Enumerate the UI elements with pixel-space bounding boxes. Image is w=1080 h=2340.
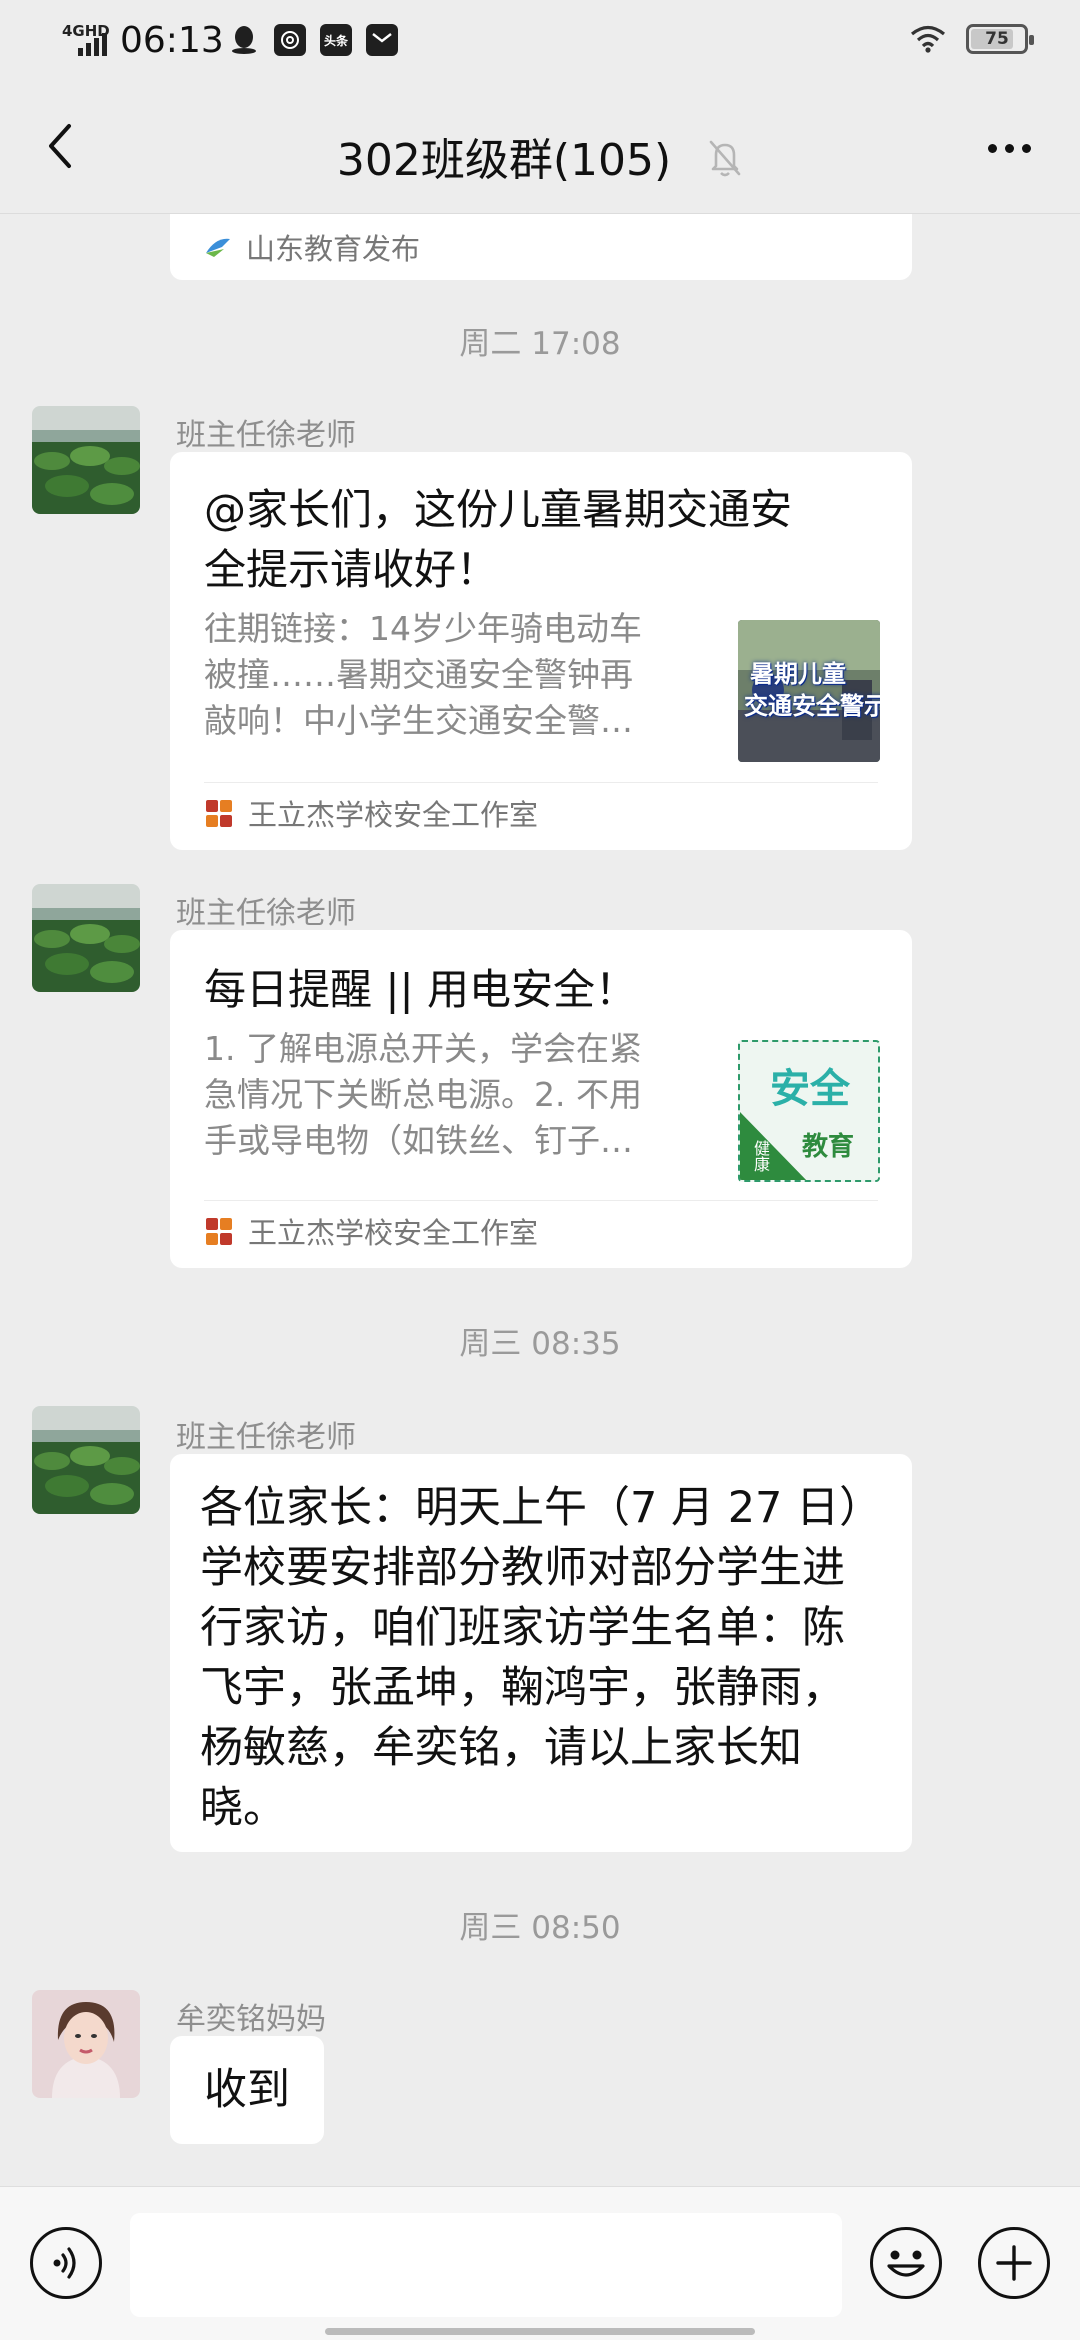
lotus-pond-avatar-icon: [32, 1406, 140, 1514]
shandong-education-logo-icon: [206, 238, 230, 257]
card-description: 往期链接：14岁少年骑电动车 被撞……暑期交通安全警钟再 敲响！中小学生交通安全…: [204, 606, 714, 744]
lotus-pond-avatar-icon: [32, 884, 140, 992]
message-line: 行家访，咱们班家访学生名单：陈: [200, 1603, 845, 1653]
message-list[interactable]: 山东教育发布 周二 17:08 班主任徐老师 @家长们，这份儿童暑期交通安 全提…: [0, 214, 1080, 2186]
card-desc-line: 往期链接：14岁少年骑电动车: [204, 609, 642, 648]
timestamp: 周二 17:08: [459, 326, 621, 362]
text-message-bubble[interactable]: 收到: [170, 2036, 324, 2144]
notification-icons: 头条: [228, 24, 398, 56]
card-thumbnail: 暑期儿童 交通安全警示: [738, 620, 880, 762]
thumb-title: 暑期儿童: [750, 660, 846, 688]
battery-level: 75: [985, 29, 1009, 49]
card-thumbnail: 安全 健康 教育: [738, 1040, 880, 1182]
more-icon: [987, 143, 997, 153]
article-card-partial[interactable]: 山东教育发布: [170, 214, 912, 280]
message-line: 收到: [204, 2065, 290, 2115]
article-card[interactable]: @家长们，这份儿童暑期交通安 全提示请收好！ 往期链接：14岁少年骑电动车 被撞…: [170, 452, 912, 850]
card-source: 王立杰学校安全工作室: [204, 792, 538, 834]
status-right: 75: [910, 24, 1034, 54]
lotus-pond-avatar-icon: [32, 406, 140, 514]
card-desc-line: 敲响！中小学生交通安全警…: [204, 701, 633, 740]
battery-icon: 75: [966, 24, 1034, 54]
message-input[interactable]: [130, 2213, 842, 2317]
more-button[interactable]: [974, 120, 1044, 176]
chat-header: 302班级群(105): [0, 84, 1080, 214]
sender-name: 牟奕铭妈妈: [176, 2002, 326, 2037]
qq-penguin-icon: [228, 24, 260, 56]
card-description: 1. 了解电源总开关，学会在紧 急情况下关断总电源。2. 不用 手或导电物（如铁…: [204, 1026, 714, 1164]
plus-icon: [996, 2245, 1032, 2281]
message-line: 晓。: [200, 1783, 286, 1833]
sender-name: 班主任徐老师: [176, 418, 356, 453]
avatar[interactable]: [32, 884, 140, 992]
toutiao-icon: 头条: [320, 24, 352, 56]
card-desc-line: 被撞……暑期交通安全警钟再: [204, 655, 633, 694]
message-line: 各位家长：明天上午（7 月 27 日）: [200, 1483, 883, 1533]
input-bar: [0, 2186, 1080, 2340]
at-icon: [274, 24, 306, 56]
card-divider: [204, 1200, 878, 1201]
card-desc-line: 手或导电物（如铁丝、钉子…: [204, 1121, 633, 1160]
mail-icon: [366, 24, 398, 56]
card-title-line: @家长们，这份儿童暑期交通安: [204, 485, 793, 534]
status-bar: 4GHD 06:13 头条 75: [0, 0, 1080, 84]
card-source: 王立杰学校安全工作室: [204, 1210, 538, 1252]
message-line: 学校要安排部分教师对部分学生进: [200, 1543, 845, 1593]
voice-icon: [53, 2247, 76, 2279]
message-line: 杨敏慈，牟奕铭，请以上家长知: [200, 1723, 802, 1773]
card-source-name: 王立杰学校安全工作室: [248, 798, 539, 832]
voice-input-button[interactable]: [30, 2227, 102, 2299]
card-title: @家长们，这份儿童暑期交通安 全提示请收好！: [204, 480, 882, 600]
article-card[interactable]: 每日提醒 || 用电安全！ 1. 了解电源总开关，学会在紧 急情况下关断总电源。…: [170, 930, 912, 1268]
sender-name: 班主任徐老师: [176, 1420, 356, 1455]
card-source-name: 王立杰学校安全工作室: [248, 1216, 539, 1250]
sender-name: 班主任徐老师: [176, 896, 356, 931]
timestamp: 周三 08:50: [459, 1910, 621, 1946]
chat-title[interactable]: 302班级群(105): [0, 124, 1080, 189]
avatar[interactable]: [32, 1406, 140, 1514]
cellular-signal-icon: 4GHD: [62, 22, 112, 58]
card-desc-line: 1. 了解电源总开关，学会在紧: [204, 1029, 642, 1068]
woman-portrait-avatar-icon: [32, 1990, 140, 2098]
thumb-subtitle: 交通安全警示: [744, 692, 880, 720]
thumb-subtitle: 教育: [802, 1132, 855, 1162]
safety-studio-logo-icon: [204, 798, 234, 828]
group-name: 302班级群(105): [336, 135, 672, 186]
card-source: 山东教育发布: [204, 226, 420, 268]
emoji-icon: [887, 2250, 925, 2277]
bell-muted-icon: [707, 138, 743, 189]
avatar[interactable]: [32, 1990, 140, 2098]
safety-studio-logo-icon: [204, 1216, 234, 1246]
status-time: 06:13: [120, 20, 224, 61]
card-title: 每日提醒 || 用电安全！: [204, 965, 638, 1014]
card-title-line: 全提示请收好！: [204, 545, 499, 594]
timestamp: 周三 08:35: [459, 1326, 621, 1362]
thumb-title: 安全: [770, 1066, 850, 1112]
text-message-bubble[interactable]: 各位家长：明天上午（7 月 27 日） 学校要安排部分教师对部分学生进 行家访，…: [170, 1454, 912, 1852]
card-divider: [204, 782, 878, 783]
card-desc-line: 急情况下关断总电源。2. 不用: [204, 1075, 642, 1114]
avatar[interactable]: [32, 406, 140, 514]
message-line: 飞宇，张孟坤，鞠鸿宇，张静雨，: [200, 1663, 845, 1713]
thumb-side-text: 健康: [751, 1140, 770, 1172]
home-indicator[interactable]: [325, 2328, 755, 2335]
wifi-icon: [910, 25, 946, 53]
card-source-name: 山东教育发布: [246, 232, 421, 266]
wechat-group-chat-screen: 4GHD 06:13 头条 75 302班级群(105) 山东教育发布 周二 1…: [0, 0, 1080, 2340]
emoji-button[interactable]: [870, 2227, 942, 2299]
more-functions-button[interactable]: [978, 2227, 1050, 2299]
